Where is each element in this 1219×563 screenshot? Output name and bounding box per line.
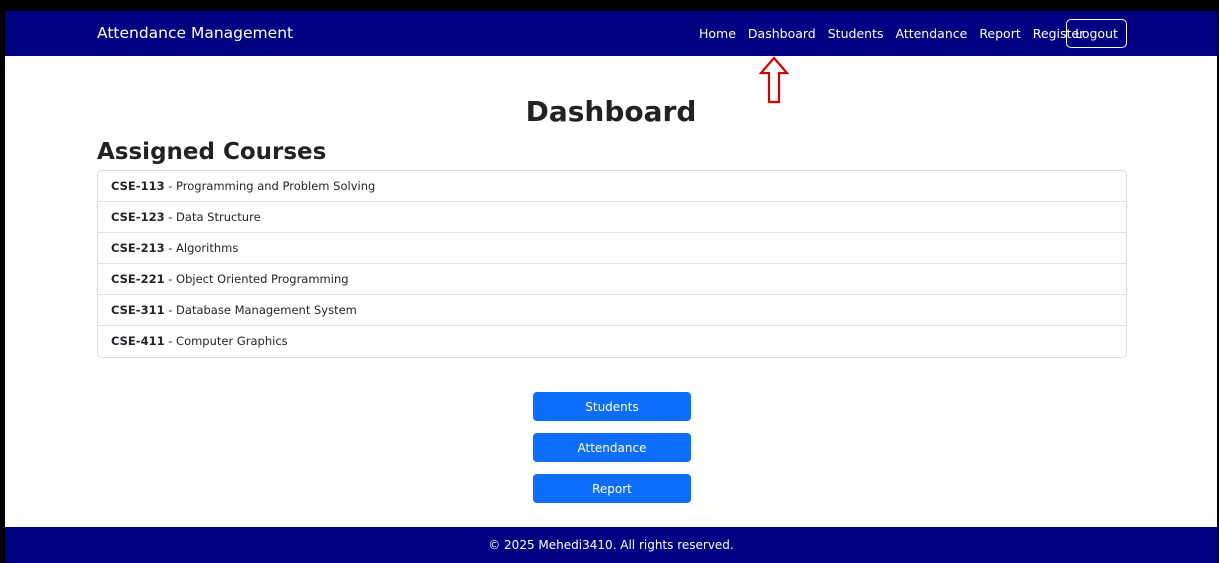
course-item[interactable]: CSE-411 - Computer Graphics	[98, 326, 1126, 357]
nav-link-attendance[interactable]: Attendance	[895, 26, 967, 41]
course-code: CSE-213	[111, 241, 165, 255]
footer: © 2025 Mehedi3410. All rights reserved.	[5, 527, 1217, 563]
section-title: Assigned Courses	[97, 139, 327, 165]
nav-link-dashboard[interactable]: Dashboard	[748, 26, 816, 41]
course-name: - Algorithms	[164, 241, 239, 255]
course-name: - Object Oriented Programming	[164, 272, 349, 286]
course-code: CSE-411	[111, 334, 165, 348]
brand-logo-text[interactable]: Attendance Management	[97, 24, 293, 42]
course-item[interactable]: CSE-221 - Object Oriented Programming	[98, 264, 1126, 295]
attendance-button[interactable]: Attendance	[533, 433, 691, 462]
course-code: CSE-221	[111, 272, 165, 286]
course-item[interactable]: CSE-213 - Algorithms	[98, 233, 1126, 264]
logout-button[interactable]: Logout	[1066, 19, 1127, 48]
students-button[interactable]: Students	[533, 392, 691, 421]
footer-copyright: © 2025 Mehedi3410. All rights reserved.	[488, 538, 734, 552]
app-window: Attendance Management Home Dashboard Stu…	[5, 11, 1217, 563]
course-item[interactable]: CSE-311 - Database Management System	[98, 295, 1126, 326]
nav-link-report[interactable]: Report	[979, 26, 1020, 41]
course-code: CSE-113	[111, 179, 165, 193]
page-title: Dashboard	[525, 95, 697, 128]
course-code: CSE-311	[111, 303, 165, 317]
course-name: - Database Management System	[164, 303, 357, 317]
nav-links: Home Dashboard Students Attendance Repor…	[699, 26, 1084, 41]
report-button[interactable]: Report	[533, 474, 691, 503]
course-item[interactable]: CSE-123 - Data Structure	[98, 202, 1126, 233]
action-buttons: Students Attendance Report	[533, 392, 691, 503]
course-item[interactable]: CSE-113 - Programming and Problem Solvin…	[98, 171, 1126, 202]
top-navbar: Attendance Management Home Dashboard Stu…	[5, 11, 1217, 56]
course-name: - Programming and Problem Solving	[164, 179, 376, 193]
nav-link-home[interactable]: Home	[699, 26, 736, 41]
course-name: - Data Structure	[164, 210, 261, 224]
course-name: - Computer Graphics	[164, 334, 288, 348]
course-code: CSE-123	[111, 210, 165, 224]
nav-link-students[interactable]: Students	[828, 26, 884, 41]
course-list: CSE-113 - Programming and Problem Solvin…	[97, 170, 1127, 358]
